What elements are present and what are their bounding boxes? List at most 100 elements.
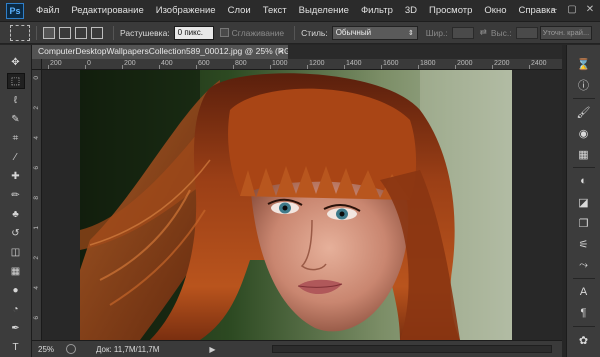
horizontal-scrollbar[interactable]	[272, 345, 552, 353]
width-label: Шир.:	[425, 27, 448, 38]
properties-panel-icon[interactable]: ◪	[576, 194, 592, 210]
intersect-selection-icon[interactable]	[91, 26, 103, 39]
ruler-tick-mark	[492, 65, 493, 69]
menu-type[interactable]: Текст	[257, 5, 293, 16]
swatches-panel-icon[interactable]: ◉	[576, 125, 592, 141]
gradient-tool-icon[interactable]: ▦	[7, 263, 25, 279]
move-tool-icon[interactable]: ✥	[7, 54, 25, 70]
tool-preset-picker[interactable]	[10, 24, 30, 41]
height-label: Выс.:	[490, 27, 512, 38]
ruler-tick-mark	[344, 65, 345, 69]
menu-bar: Ps Файл Редактирование Изображение Слои …	[0, 0, 600, 22]
horizontal-ruler[interactable]: 200 0 200 400 600 800 1000 1200 1400 1600 1800 2000…	[42, 59, 562, 70]
height-input[interactable]	[515, 26, 538, 39]
width-input[interactable]	[451, 26, 474, 39]
layers-panel-icon[interactable]: ❐	[576, 215, 592, 231]
type-tool-icon[interactable]: T	[7, 339, 25, 355]
ruler-tick-mark	[307, 65, 308, 69]
new-selection-icon[interactable]	[43, 26, 55, 39]
menu-view[interactable]: Просмотр	[423, 5, 478, 16]
ruler-tick-mark	[381, 65, 382, 69]
close-tab-icon[interactable]: ×	[279, 46, 284, 56]
menu-layer[interactable]: Слои	[222, 5, 257, 16]
minimize-icon[interactable]: –	[548, 4, 560, 16]
document-tab[interactable]: ComputerDesktopWallpapersCollection589_0…	[32, 45, 311, 59]
add-selection-icon[interactable]	[59, 26, 71, 39]
menu-image[interactable]: Изображение	[150, 5, 222, 16]
panel-group-divider	[572, 98, 595, 99]
ruler-tick-mark	[122, 65, 123, 69]
info-panel-icon[interactable]: ⓘ	[576, 77, 592, 93]
pen-tool-icon[interactable]: ✒	[7, 320, 25, 336]
ruler-tick-label: 0	[33, 76, 40, 80]
vertical-ruler[interactable]: 0 2 4 6 8 1 2 4 6	[32, 70, 42, 340]
ruler-tick-label: 2	[33, 256, 40, 260]
panel-grip[interactable]	[567, 45, 600, 51]
feather-label: Растушевка:	[120, 27, 170, 38]
close-icon[interactable]: ✕	[584, 4, 596, 16]
panel-group-divider	[572, 326, 595, 327]
style-value: Обычный	[335, 27, 372, 37]
brush-tool-icon[interactable]: ✏	[7, 187, 25, 203]
history-brush-tool-icon[interactable]: ↺	[7, 225, 25, 241]
ruler-tick-label: 2200	[494, 60, 510, 67]
eyedropper-tool-icon[interactable]: ⁄	[7, 149, 25, 165]
panel-group-divider	[572, 278, 595, 279]
antialias-label: Сглаживание	[231, 27, 285, 38]
brush-panel-icon[interactable]: 🖌	[576, 104, 592, 120]
divider	[36, 25, 37, 40]
channels-panel-icon[interactable]: ⚟	[576, 236, 592, 252]
portrait-photo	[80, 70, 512, 340]
antialias-checkbox[interactable]	[219, 28, 229, 37]
character-panel-icon[interactable]: A	[576, 284, 592, 300]
ruler-tick-label: 400	[161, 60, 173, 67]
document-title: ComputerDesktopWallpapersCollection589_0…	[38, 46, 311, 56]
adjustments-panel-icon[interactable]: ◐	[576, 173, 592, 189]
quick-select-tool-icon[interactable]: ✎	[7, 111, 25, 127]
restore-icon[interactable]: ▢	[566, 4, 578, 16]
document-image[interactable]	[80, 70, 512, 340]
swap-icon[interactable]: ⇄	[480, 27, 487, 38]
blur-tool-icon[interactable]: ●	[7, 282, 25, 298]
refine-edge-button[interactable]: Уточн. край...	[540, 26, 592, 40]
menu-window[interactable]: Окно	[478, 5, 512, 16]
menu-file[interactable]: Файл	[30, 5, 65, 16]
menu-edit[interactable]: Редактирование	[65, 5, 149, 16]
menu-select[interactable]: Выделение	[293, 5, 355, 16]
clone-stamp-tool-icon[interactable]: ♣	[7, 206, 25, 222]
lasso-tool-icon[interactable]: ℓ	[7, 92, 25, 108]
canvas-area[interactable]	[42, 70, 562, 340]
crop-tool-icon[interactable]: ⌗	[7, 130, 25, 146]
zoom-level[interactable]: 25%	[32, 345, 58, 354]
style-label: Стиль:	[301, 27, 328, 38]
status-menu-arrow-icon[interactable]: ▶	[209, 345, 215, 354]
ruler-tick-label: 2400	[531, 60, 547, 67]
menu-3d[interactable]: 3D	[399, 5, 423, 16]
dodge-tool-icon[interactable]: ◔	[7, 301, 25, 317]
ruler-origin[interactable]	[32, 59, 42, 70]
paragraph-panel-icon[interactable]: ¶	[576, 305, 592, 321]
ruler-tick-mark	[85, 65, 86, 69]
history-panel-icon[interactable]: ⌛	[576, 56, 592, 72]
notes-panel-icon[interactable]: ▣	[576, 353, 592, 357]
marquee-tool-icon[interactable]: ⬚	[6, 73, 25, 89]
panel-grip[interactable]	[0, 45, 31, 53]
ruler-tick-label: 2	[33, 106, 40, 110]
document-size-info[interactable]: Док: 11,7M/11,7M	[96, 345, 159, 354]
ruler-tick-label: 1800	[420, 60, 436, 67]
ruler-tick-mark	[233, 65, 234, 69]
paths-panel-icon[interactable]: ⤳	[576, 257, 592, 273]
feather-input[interactable]: 0 пикс.	[173, 25, 214, 40]
tools-panel: ✥⬚ℓ✎⌗⁄✚✏♣↺◫▦●◔✒T➤	[0, 45, 32, 357]
style-select[interactable]: Обычный ⇕	[331, 25, 418, 40]
divider	[294, 25, 296, 40]
healing-brush-tool-icon[interactable]: ✚	[7, 168, 25, 184]
eraser-tool-icon[interactable]: ◫	[7, 244, 25, 260]
chevron-updown-icon: ⇕	[407, 29, 414, 37]
menu-filter[interactable]: Фильтр	[355, 5, 399, 16]
subtract-selection-icon[interactable]	[75, 26, 87, 39]
3d-panel-icon[interactable]: ✿	[576, 332, 592, 348]
panel-dock: ⌛ ⓘ 🖌 ◉ ▦ ◐ ◪ ❐ ⚟ ⤳ A ¶ ✿ ▣	[566, 45, 600, 357]
panel-group-divider	[572, 167, 595, 168]
styles-panel-icon[interactable]: ▦	[576, 146, 592, 162]
